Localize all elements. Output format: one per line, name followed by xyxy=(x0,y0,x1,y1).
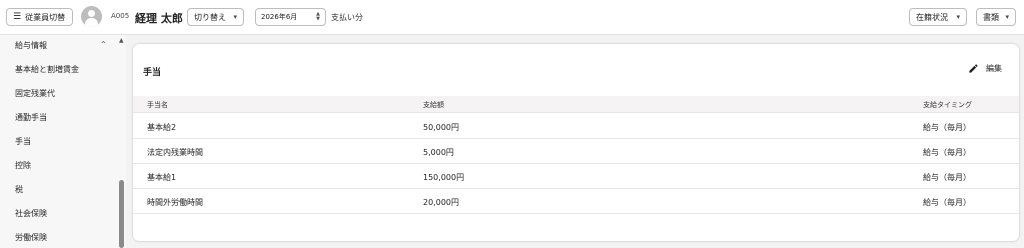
sidebar-item-labor-insurance[interactable]: 労働保険 xyxy=(15,232,47,243)
documents-dropdown[interactable]: 書類 ▾ xyxy=(976,8,1016,26)
switch-employee-button[interactable]: ☰ 従業員切替 xyxy=(6,8,73,26)
cell-name: 時間外労働時間 xyxy=(147,198,203,207)
sidebar-item-commute[interactable]: 通勤手当 xyxy=(15,112,47,123)
pencil-icon xyxy=(969,64,978,73)
sidebar-item-allowance[interactable]: 手当 xyxy=(15,136,31,147)
cell-name: 基本給2 xyxy=(147,123,177,132)
column-header-amount: 支給額 xyxy=(423,101,444,109)
page-title: 支払い分 xyxy=(331,13,363,22)
toggle-button[interactable]: 切り替え ▾ xyxy=(187,8,244,26)
sidebar-item-social-insurance[interactable]: 社会保険 xyxy=(15,208,47,219)
table-row: 時間外労働時間 20,000円 給与（毎月） xyxy=(133,189,1019,214)
status-dropdown[interactable]: 在籍状況 ▾ xyxy=(909,8,967,26)
cell-amount: 20,000円 xyxy=(423,198,459,207)
month-value: 2026年6月 xyxy=(261,13,298,21)
status-label: 在籍状況 xyxy=(916,12,948,22)
edit-button[interactable]: 編集 xyxy=(968,63,1002,74)
employee-code: A005 xyxy=(111,12,130,20)
top-bar: ☰ 従業員切替 A005 経理 太郎 切り替え ▾ 2026年6月 ▲ ▼ 支払い… xyxy=(0,0,1024,35)
column-header-timing: 支給タイミング xyxy=(923,101,972,109)
cell-amount: 50,000円 xyxy=(423,123,459,132)
scrollbar-thumb[interactable] xyxy=(119,180,124,248)
sidebar-item-salary-info[interactable]: 給与情報 xyxy=(15,40,47,51)
caret-down-icon: ▾ xyxy=(956,13,960,21)
cell-amount: 150,000円 xyxy=(423,173,465,182)
menu-collapse-icon: ☰ xyxy=(13,11,22,22)
switch-employee-label: 従業員切替 xyxy=(25,12,66,22)
sidebar-item-base-pay[interactable]: 基本給と割増賃金 xyxy=(15,64,79,75)
cell-name: 基本給1 xyxy=(147,173,177,182)
caret-down-icon: ▾ xyxy=(233,13,237,21)
documents-label: 書類 xyxy=(983,12,999,22)
cell-name: 法定内残業時間 xyxy=(147,148,203,157)
employee-name: 経理 太郎 xyxy=(135,12,183,25)
cell-timing: 給与（毎月） xyxy=(923,198,971,207)
table-row: 基本給2 50,000円 給与（毎月） xyxy=(133,114,1019,139)
month-select[interactable]: 2026年6月 ▲ ▼ xyxy=(255,8,326,26)
toggle-label: 切り替え xyxy=(194,12,226,22)
table-row: 法定内残業時間 5,000円 給与（毎月） xyxy=(133,139,1019,164)
cell-amount: 5,000円 xyxy=(423,148,454,157)
edit-label: 編集 xyxy=(986,64,1002,73)
sidebar: 給与情報 ⌃ 基本給と割増賃金 固定残業代 通勤手当 手当 控除 税 社会保険 … xyxy=(0,35,126,248)
cell-timing: 給与（毎月） xyxy=(923,148,971,157)
cell-timing: 給与（毎月） xyxy=(923,173,971,182)
chevron-up-icon[interactable]: ⌃ xyxy=(100,40,107,49)
cell-timing: 給与（毎月） xyxy=(923,123,971,132)
avatar xyxy=(81,6,102,27)
table-header: 手当名 支給額 支給タイミング xyxy=(133,96,1019,113)
caret-down-icon: ▾ xyxy=(1005,13,1009,21)
sidebar-item-tax[interactable]: 税 xyxy=(15,184,23,195)
column-header-name: 手当名 xyxy=(147,101,168,109)
sidebar-item-fixed-overtime[interactable]: 固定残業代 xyxy=(15,88,55,99)
scroll-up-icon[interactable]: ▲ xyxy=(119,37,124,44)
sidebar-item-deduction[interactable]: 控除 xyxy=(15,160,31,171)
table-row: 基本給1 150,000円 給与（毎月） xyxy=(133,164,1019,189)
stepper-icon[interactable]: ▲ ▼ xyxy=(316,12,320,22)
allowance-card: 手当 編集 手当名 支給額 支給タイミング 基本給2 50,000円 給与（毎月… xyxy=(133,44,1019,241)
card-title: 手当 xyxy=(143,68,162,78)
